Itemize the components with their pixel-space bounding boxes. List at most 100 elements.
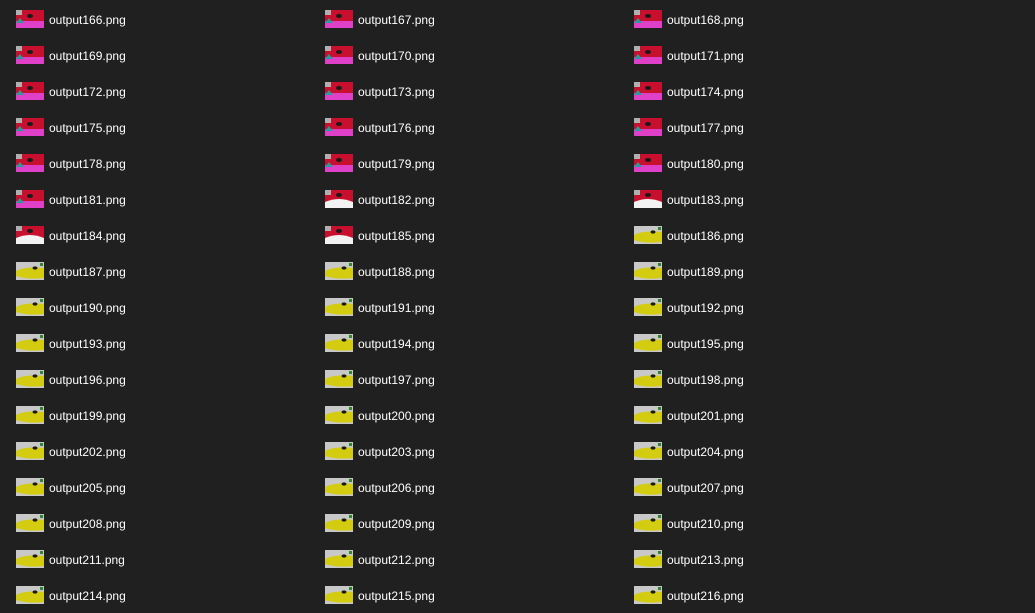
file-item[interactable]: output177.png <box>618 110 918 144</box>
file-item[interactable]: output170.png <box>309 38 609 72</box>
yellow-gray-thumbnail <box>16 586 44 604</box>
file-item[interactable]: output183.png <box>618 182 918 216</box>
file-name: output215.png <box>358 589 435 603</box>
file-item[interactable]: output167.png <box>309 2 609 36</box>
file-item[interactable]: output216.png <box>618 578 918 612</box>
file-item[interactable]: output172.png <box>0 74 300 108</box>
file-item[interactable]: output210.png <box>618 506 918 540</box>
file-item[interactable]: output188.png <box>309 254 609 288</box>
file-name: output180.png <box>667 157 744 171</box>
file-name: output209.png <box>358 517 435 531</box>
file-name: output177.png <box>667 121 744 135</box>
red-white-thumbnail <box>16 226 44 244</box>
file-name: output189.png <box>667 265 744 279</box>
file-item[interactable]: output209.png <box>309 506 609 540</box>
red-magenta-thumbnail <box>634 118 662 136</box>
file-name: output211.png <box>49 553 125 567</box>
file-name: output186.png <box>667 229 744 243</box>
file-item[interactable]: output182.png <box>309 182 609 216</box>
file-item[interactable]: output203.png <box>309 434 609 468</box>
file-item[interactable]: output204.png <box>618 434 918 468</box>
yellow-gray-thumbnail <box>16 262 44 280</box>
file-item[interactable]: output178.png <box>0 146 300 180</box>
file-item[interactable]: output168.png <box>618 2 918 36</box>
file-name: output208.png <box>49 517 126 531</box>
file-item[interactable]: output174.png <box>618 74 918 108</box>
yellow-gray-thumbnail <box>325 334 353 352</box>
file-item[interactable]: output215.png <box>309 578 609 612</box>
yellow-gray-thumbnail <box>634 334 662 352</box>
file-item[interactable]: output186.png <box>618 218 918 252</box>
file-item[interactable]: output196.png <box>0 362 300 396</box>
file-name: output191.png <box>358 301 435 315</box>
file-item[interactable]: output208.png <box>0 506 300 540</box>
red-magenta-thumbnail <box>16 154 44 172</box>
file-name: output173.png <box>358 85 435 99</box>
yellow-gray-thumbnail <box>634 262 662 280</box>
file-item[interactable]: output214.png <box>0 578 300 612</box>
red-magenta-thumbnail <box>634 46 662 64</box>
file-item[interactable]: output191.png <box>309 290 609 324</box>
file-item[interactable]: output212.png <box>309 542 609 576</box>
file-item[interactable]: output195.png <box>618 326 918 360</box>
file-item[interactable]: output190.png <box>0 290 300 324</box>
file-item[interactable]: output179.png <box>309 146 609 180</box>
file-item[interactable]: output193.png <box>0 326 300 360</box>
yellow-gray-thumbnail <box>16 442 44 460</box>
yellow-gray-thumbnail <box>16 478 44 496</box>
red-magenta-thumbnail <box>325 118 353 136</box>
file-name: output213.png <box>667 553 744 567</box>
file-explorer-view: output166.png output167.png output168.png o… <box>0 0 1035 613</box>
yellow-gray-thumbnail <box>16 370 44 388</box>
file-name: output185.png <box>358 229 435 243</box>
file-item[interactable]: output206.png <box>309 470 609 504</box>
file-name: output205.png <box>49 481 126 495</box>
file-name: output197.png <box>358 373 435 387</box>
yellow-gray-thumbnail <box>325 478 353 496</box>
yellow-gray-thumbnail <box>634 406 662 424</box>
file-item[interactable]: output201.png <box>618 398 918 432</box>
file-item[interactable]: output198.png <box>618 362 918 396</box>
yellow-gray-thumbnail <box>634 514 662 532</box>
file-name: output166.png <box>49 13 126 27</box>
red-magenta-thumbnail <box>634 10 662 28</box>
file-item[interactable]: output166.png <box>0 2 300 36</box>
file-name: output171.png <box>667 49 744 63</box>
file-item[interactable]: output189.png <box>618 254 918 288</box>
file-item[interactable]: output205.png <box>0 470 300 504</box>
file-item[interactable]: output192.png <box>618 290 918 324</box>
file-item[interactable]: output184.png <box>0 218 300 252</box>
file-name: output203.png <box>358 445 435 459</box>
file-item[interactable]: output197.png <box>309 362 609 396</box>
file-item[interactable]: output180.png <box>618 146 918 180</box>
file-name: output207.png <box>667 481 744 495</box>
red-magenta-thumbnail <box>325 10 353 28</box>
file-item[interactable]: output169.png <box>0 38 300 72</box>
yellow-gray-thumbnail <box>325 370 353 388</box>
file-item[interactable]: output194.png <box>309 326 609 360</box>
file-name: output196.png <box>49 373 126 387</box>
file-name: output193.png <box>49 337 126 351</box>
red-magenta-thumbnail <box>16 82 44 100</box>
red-white-thumbnail <box>325 226 353 244</box>
file-name: output169.png <box>49 49 126 63</box>
file-item[interactable]: output176.png <box>309 110 609 144</box>
file-name: output199.png <box>49 409 126 423</box>
file-item[interactable]: output211.png <box>0 542 300 576</box>
file-item[interactable]: output213.png <box>618 542 918 576</box>
file-item[interactable]: output171.png <box>618 38 918 72</box>
file-item[interactable]: output207.png <box>618 470 918 504</box>
file-item[interactable]: output202.png <box>0 434 300 468</box>
file-name: output194.png <box>358 337 435 351</box>
file-item[interactable]: output175.png <box>0 110 300 144</box>
file-item[interactable]: output173.png <box>309 74 609 108</box>
file-item[interactable]: output181.png <box>0 182 300 216</box>
red-magenta-thumbnail <box>634 154 662 172</box>
file-name: output187.png <box>49 265 126 279</box>
file-item[interactable]: output200.png <box>309 398 609 432</box>
file-item[interactable]: output199.png <box>0 398 300 432</box>
file-item[interactable]: output185.png <box>309 218 609 252</box>
file-name: output206.png <box>358 481 435 495</box>
file-item[interactable]: output187.png <box>0 254 300 288</box>
red-magenta-thumbnail <box>325 154 353 172</box>
